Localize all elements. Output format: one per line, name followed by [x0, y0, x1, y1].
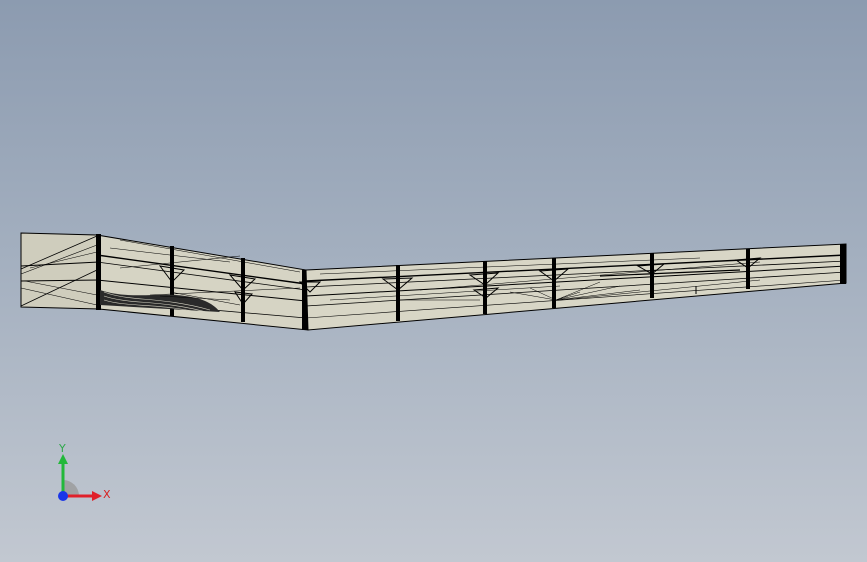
axis-triad: Y X — [58, 442, 111, 501]
wing-outer-panel — [298, 243, 847, 331]
cad-viewport[interactable]: Y X — [0, 0, 867, 562]
x-axis-label: X — [103, 488, 111, 501]
wing-inner-panel — [96, 234, 309, 331]
wing-model[interactable] — [0, 0, 867, 562]
z-axis-icon — [58, 491, 68, 501]
y-axis-label: Y — [58, 442, 66, 455]
wing-root-block — [20, 232, 100, 310]
